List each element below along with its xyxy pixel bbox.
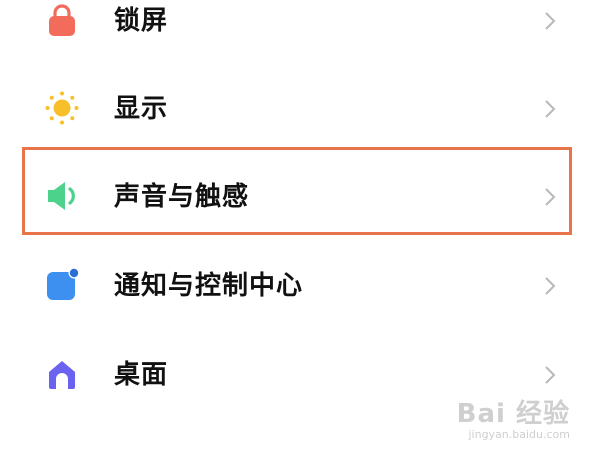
settings-page: 锁屏 显示 声音与触感 通知与控制中心 桌面 Bai 经验 jingyan.ba…: [0, 0, 600, 450]
chevron-right-icon: [544, 99, 556, 119]
watermark-url: jingyan.baidu.com: [468, 428, 570, 441]
settings-item-notifications-control-center[interactable]: 通知与控制中心: [0, 242, 600, 332]
chevron-right-icon: [544, 276, 556, 296]
settings-item-label: 锁屏: [114, 6, 169, 36]
home-icon: [44, 356, 80, 392]
highlight-frame: [22, 147, 572, 235]
chevron-right-icon: [544, 365, 556, 385]
chevron-right-icon: [544, 11, 556, 31]
settings-item-label: 通知与控制中心: [114, 271, 304, 301]
lock-icon: [44, 2, 80, 38]
notification-icon: [44, 267, 80, 303]
settings-item-lock-screen[interactable]: 锁屏: [0, 0, 600, 67]
sun-icon: [44, 90, 80, 126]
settings-item-label: 桌面: [114, 360, 169, 390]
settings-item-label: 显示: [114, 94, 169, 124]
watermark: Bai 经验 jingyan.baidu.com: [457, 400, 570, 442]
watermark-logo: Bai 经验: [456, 399, 570, 429]
settings-item-display[interactable]: 显示: [0, 65, 600, 155]
